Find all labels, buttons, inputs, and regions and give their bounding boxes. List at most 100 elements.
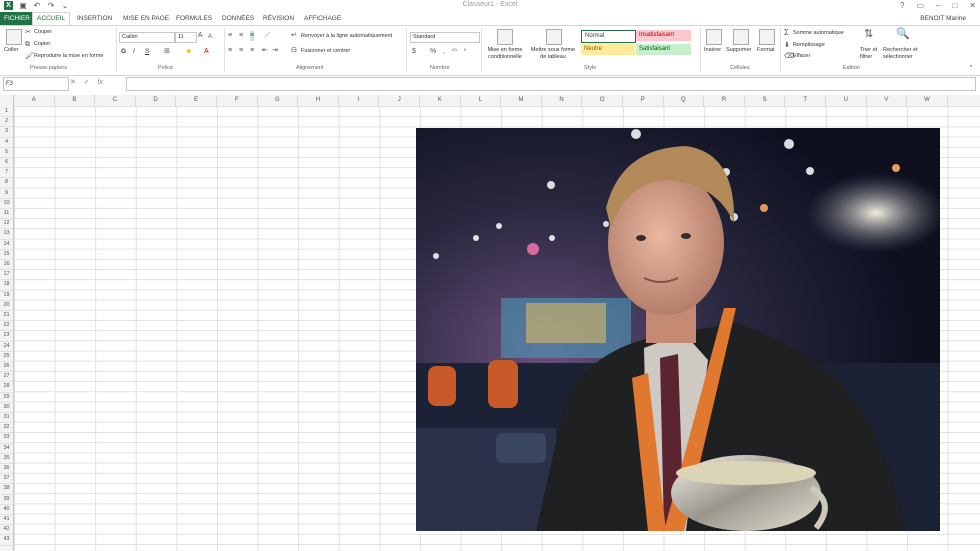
column-header-p[interactable]: P bbox=[623, 95, 664, 106]
borders-icon[interactable]: ⊞ bbox=[164, 47, 170, 57]
decrease-font-icon[interactable]: A bbox=[208, 32, 212, 42]
user-name[interactable]: BENOIT Marine bbox=[920, 12, 966, 25]
decrease-decimal-icon[interactable]: ⁰ bbox=[464, 47, 466, 57]
format-painter-icon[interactable]: 🖌 bbox=[25, 52, 34, 62]
column-header-e[interactable]: E bbox=[176, 95, 217, 106]
column-header-i[interactable]: I bbox=[339, 95, 380, 106]
align-center-icon[interactable]: ≡ bbox=[239, 46, 243, 56]
autosum-icon[interactable]: Σ bbox=[784, 28, 789, 38]
format-as-table-button[interactable]: Mettre sous forme de tableau bbox=[528, 47, 578, 61]
column-header-b[interactable]: B bbox=[55, 95, 96, 106]
column-header-o[interactable]: O bbox=[582, 95, 623, 106]
enter-icon[interactable]: ✓ bbox=[84, 79, 90, 86]
tab-page-layout[interactable]: MISE EN PAGE bbox=[119, 12, 173, 25]
format-cells-icon[interactable] bbox=[759, 29, 775, 45]
tab-formulas[interactable]: FORMULES bbox=[172, 12, 216, 25]
find-select-button[interactable]: Rechercher et sélectionner bbox=[883, 47, 925, 61]
copy-button[interactable]: Copier bbox=[34, 41, 50, 47]
merge-center-button[interactable]: Fusionner et centrer bbox=[301, 48, 350, 54]
format-painter-button[interactable]: Reproduire la mise en forme bbox=[34, 53, 103, 59]
clear-button[interactable]: Effacer bbox=[793, 53, 810, 59]
column-header-j[interactable]: J bbox=[379, 95, 420, 106]
fill-icon[interactable]: ⬇ bbox=[784, 41, 790, 51]
paste-icon[interactable] bbox=[6, 29, 22, 45]
wrap-text-button[interactable]: Renvoyer à la ligne automatiquement bbox=[301, 33, 392, 39]
tab-data[interactable]: DONNÉES bbox=[218, 12, 258, 25]
tab-view[interactable]: AFFICHAGE bbox=[300, 12, 345, 25]
column-header-q[interactable]: Q bbox=[664, 95, 705, 106]
style-neutral[interactable]: Neutre bbox=[581, 44, 635, 55]
inserted-picture[interactable] bbox=[416, 128, 940, 531]
delete-cells-button[interactable]: Supprimer bbox=[726, 47, 751, 53]
column-header-c[interactable]: C bbox=[95, 95, 136, 106]
fill-button[interactable]: Remplissage bbox=[793, 42, 825, 48]
ribbon-options-icon[interactable]: ▭ bbox=[916, 1, 924, 10]
paste-button[interactable]: Coller bbox=[4, 47, 18, 53]
select-all-corner[interactable] bbox=[0, 95, 14, 106]
insert-cells-icon[interactable] bbox=[706, 29, 722, 45]
column-header-k[interactable]: K bbox=[420, 95, 461, 106]
copy-icon[interactable]: ⧉ bbox=[25, 40, 30, 50]
cut-button[interactable]: Couper bbox=[34, 29, 52, 35]
column-header-m[interactable]: M bbox=[501, 95, 542, 106]
column-header-a[interactable]: A bbox=[14, 95, 55, 106]
orientation-icon[interactable]: ⟋ bbox=[265, 31, 270, 41]
style-bad[interactable]: Insatisfaisant bbox=[636, 30, 691, 41]
font-color-icon[interactable]: A bbox=[204, 47, 209, 57]
column-header-g[interactable]: G bbox=[258, 95, 299, 106]
align-top-icon[interactable]: ≡ bbox=[228, 31, 232, 41]
wrap-text-icon[interactable]: ↵ bbox=[291, 31, 297, 41]
accounting-format-icon[interactable]: $ bbox=[412, 47, 416, 57]
fill-color-icon[interactable]: ◈ bbox=[186, 47, 191, 57]
insert-function-icon[interactable]: fx bbox=[97, 79, 102, 86]
column-header-h[interactable]: H bbox=[298, 95, 339, 106]
style-good[interactable]: Satisfaisant bbox=[636, 44, 691, 55]
increase-decimal-icon[interactable]: ⁰⁰ bbox=[452, 47, 457, 57]
italic-button[interactable]: I bbox=[133, 48, 135, 55]
decrease-indent-icon[interactable]: ⇤ bbox=[262, 46, 268, 56]
conditional-formatting-button[interactable]: Mise en forme conditionnelle bbox=[483, 47, 527, 61]
column-header-w[interactable]: W bbox=[907, 95, 948, 106]
maximize-icon[interactable]: □ bbox=[952, 1, 957, 10]
conditional-formatting-icon[interactable] bbox=[497, 29, 513, 45]
column-header-t[interactable]: T bbox=[785, 95, 826, 106]
row-header-43[interactable]: 43 bbox=[0, 534, 13, 546]
column-header-v[interactable]: V bbox=[867, 95, 908, 106]
column-header-r[interactable]: R bbox=[704, 95, 745, 106]
insert-cells-button[interactable]: Insérer bbox=[704, 47, 721, 53]
comma-style-icon[interactable]: , bbox=[443, 47, 445, 57]
font-name-select[interactable]: Calibri bbox=[119, 32, 175, 43]
font-size-select[interactable]: 11 bbox=[175, 32, 197, 43]
format-as-table-icon[interactable] bbox=[546, 29, 562, 45]
style-normal[interactable]: Normal bbox=[581, 30, 636, 43]
help-icon[interactable]: ? bbox=[900, 1, 904, 10]
tab-insert[interactable]: INSERTION bbox=[73, 12, 116, 25]
column-header-n[interactable]: N bbox=[542, 95, 583, 106]
column-header-f[interactable]: F bbox=[217, 95, 258, 106]
underline-button[interactable]: S bbox=[145, 48, 149, 55]
close-icon[interactable]: ✕ bbox=[969, 1, 976, 10]
minimize-icon[interactable]: – bbox=[936, 1, 940, 10]
bold-button[interactable]: G bbox=[121, 48, 126, 55]
delete-cells-icon[interactable] bbox=[733, 29, 749, 45]
percent-icon[interactable]: % bbox=[430, 47, 436, 57]
increase-font-icon[interactable]: A bbox=[198, 31, 203, 41]
column-header-d[interactable]: D bbox=[136, 95, 177, 106]
autosum-button[interactable]: Somme automatique bbox=[793, 30, 844, 36]
align-middle-icon[interactable]: ≡ bbox=[239, 31, 243, 41]
sort-filter-icon[interactable]: ⇅ bbox=[864, 29, 873, 40]
align-right-icon[interactable]: ≡ bbox=[250, 46, 254, 56]
tab-review[interactable]: RÉVISION bbox=[259, 12, 298, 25]
name-box[interactable]: F3 bbox=[3, 77, 69, 91]
column-header-u[interactable]: U bbox=[826, 95, 867, 106]
tab-file[interactable]: FICHIER bbox=[0, 12, 34, 25]
column-header-s[interactable]: S bbox=[745, 95, 786, 106]
merge-center-icon[interactable]: ⊟ bbox=[291, 46, 297, 56]
align-bottom-icon[interactable]: ≡ bbox=[250, 31, 255, 41]
cut-icon[interactable]: ✂ bbox=[25, 28, 31, 38]
number-format-select[interactable]: Standard bbox=[410, 32, 480, 43]
align-left-icon[interactable]: ≡ bbox=[228, 46, 232, 56]
tab-home[interactable]: ACCUEIL bbox=[32, 12, 71, 25]
format-cells-button[interactable]: Format bbox=[757, 47, 774, 53]
formula-input[interactable] bbox=[126, 77, 976, 91]
